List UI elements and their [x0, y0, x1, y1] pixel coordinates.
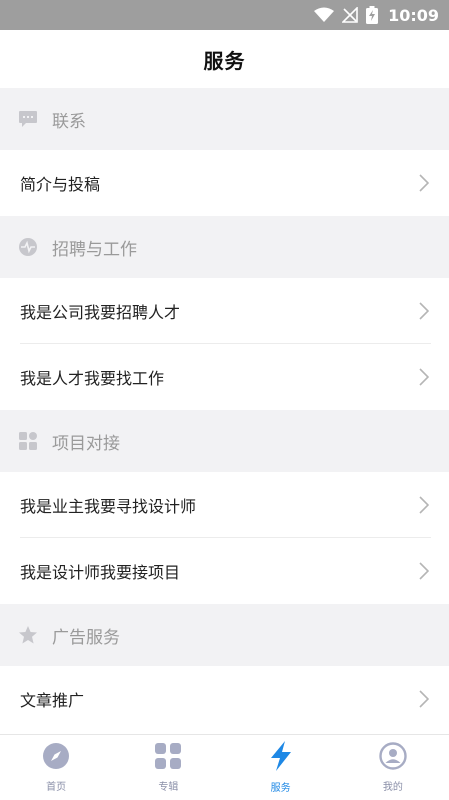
wifi-icon — [314, 7, 335, 23]
section-header-project-matching: 项目对接 — [0, 410, 449, 472]
row-label: 简介与投稿 — [20, 175, 101, 194]
section-header-advertising: 广告服务 — [0, 604, 449, 666]
heartbeat-icon — [18, 237, 38, 257]
section-header-recruitment: 招聘与工作 — [0, 216, 449, 278]
row-label: 我是设计师我要接项目 — [20, 563, 181, 582]
grid-tiles-icon — [18, 431, 38, 451]
chat-bubble-icon — [18, 109, 38, 129]
bottom-tab-bar: 首页 专辑 服务 我的 — [0, 734, 449, 800]
row-company-hiring[interactable]: 我是公司我要招聘人才 — [0, 278, 449, 344]
section-label: 联系 — [52, 111, 86, 132]
row-intro-submission[interactable]: 简介与投稿 — [0, 150, 449, 216]
section-label: 招聘与工作 — [52, 239, 137, 260]
row-talent-job-search[interactable]: 我是人才我要找工作 — [0, 344, 449, 410]
tab-label: 服务 — [270, 783, 291, 794]
profile-icon — [379, 742, 407, 774]
battery-charging-icon — [366, 6, 379, 24]
row-label: 我是人才我要找工作 — [20, 369, 165, 388]
title-bar: 服务 — [0, 30, 449, 88]
page-title: 服务 — [203, 48, 246, 73]
tab-home[interactable]: 首页 — [0, 735, 112, 800]
status-bar: 10:09 — [0, 0, 449, 30]
tab-services[interactable]: 服务 — [225, 735, 337, 800]
status-time: 10:09 — [388, 5, 439, 25]
tab-label: 我的 — [382, 782, 403, 793]
row-article-promotion[interactable]: 文章推广 — [0, 666, 449, 732]
row-label: 我是公司我要招聘人才 — [20, 303, 181, 322]
chevron-right-icon — [419, 496, 429, 514]
tab-mine[interactable]: 我的 — [337, 735, 449, 800]
section-label: 广告服务 — [52, 627, 120, 648]
lightning-icon — [268, 741, 294, 775]
section-header-contact: 联系 — [0, 88, 449, 150]
chevron-right-icon — [419, 562, 429, 580]
tab-label: 专辑 — [158, 782, 179, 793]
service-list: 联系 简介与投稿 招聘与工作 我是公司我要招聘人才 我是人才我要找工作 项目对接… — [0, 88, 449, 732]
row-designer-take-project[interactable]: 我是设计师我要接项目 — [0, 538, 449, 604]
grid-icon — [154, 742, 182, 774]
chevron-right-icon — [419, 174, 429, 192]
no-signal-icon — [342, 7, 358, 23]
chevron-right-icon — [419, 302, 429, 320]
row-label: 我是业主我要寻找设计师 — [20, 497, 197, 516]
compass-icon — [42, 742, 70, 774]
section-label: 项目对接 — [52, 433, 120, 454]
row-owner-find-designer[interactable]: 我是业主我要寻找设计师 — [0, 472, 449, 538]
chevron-right-icon — [419, 690, 429, 708]
tab-albums[interactable]: 专辑 — [112, 735, 224, 800]
chevron-right-icon — [419, 368, 429, 386]
tab-label: 首页 — [46, 782, 67, 793]
star-icon — [18, 625, 38, 645]
row-label: 文章推广 — [20, 691, 85, 710]
